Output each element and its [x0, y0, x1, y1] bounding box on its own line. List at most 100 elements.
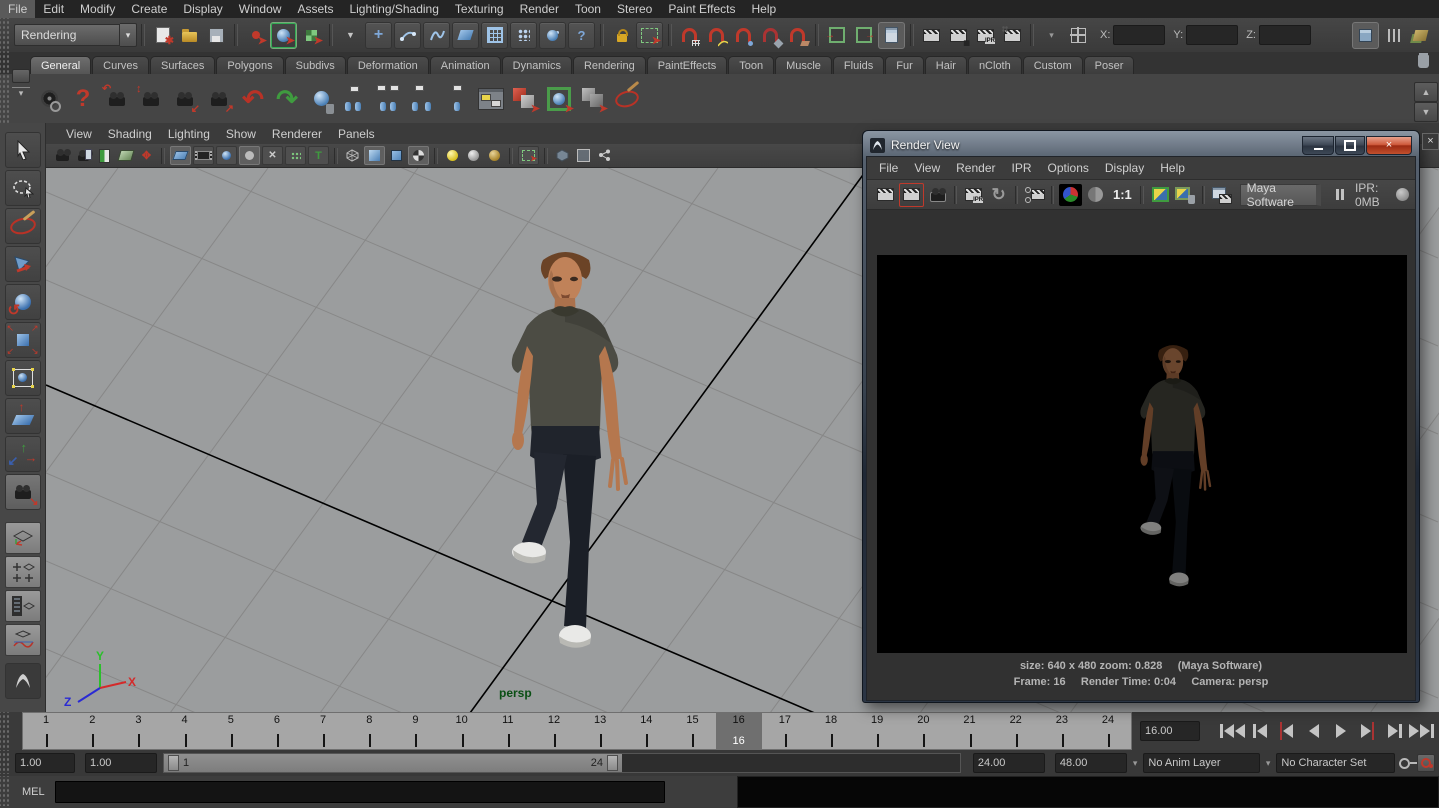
- new-scene-icon[interactable]: ✱: [150, 23, 175, 48]
- timeline-drag-handle[interactable]: [0, 712, 10, 748]
- tool-settings-toggle-icon[interactable]: [1381, 23, 1406, 48]
- mask-dynamics-icon[interactable]: [510, 22, 537, 49]
- pt-safe-title-icon[interactable]: T: [308, 146, 329, 165]
- frame-cell[interactable]: 9: [392, 713, 438, 749]
- x-coord-field[interactable]: [1113, 25, 1165, 45]
- shelf-tab-poser[interactable]: Poser: [1084, 56, 1135, 74]
- render-settings-icon[interactable]: [1000, 23, 1025, 48]
- panel-menu-renderer[interactable]: Renderer: [264, 125, 330, 143]
- move-tool[interactable]: [5, 246, 41, 282]
- mask-joints-icon[interactable]: [394, 22, 421, 49]
- frame-cell[interactable]: 2: [69, 713, 115, 749]
- menu-set-arrow-icon[interactable]: ▾: [120, 23, 137, 47]
- render-current-frame-icon[interactable]: ▦: [946, 23, 971, 48]
- range-start-handle[interactable]: [168, 755, 179, 771]
- save-scene-icon[interactable]: [204, 23, 229, 48]
- rv-keep-image-icon[interactable]: [1149, 184, 1172, 206]
- shelf-tab-polygons[interactable]: Polygons: [216, 56, 283, 74]
- auto-keyframe-toggle-icon[interactable]: [1417, 754, 1435, 772]
- select-component-mode-icon[interactable]: ➤: [299, 23, 324, 48]
- menu-window[interactable]: Window: [231, 0, 290, 18]
- scale-tool[interactable]: ↖↗↙↘: [5, 322, 41, 358]
- panel-menu-view[interactable]: View: [58, 125, 100, 143]
- output-connections-icon[interactable]: →: [851, 23, 876, 48]
- mask-deformations-icon[interactable]: [481, 22, 508, 49]
- panel-menu-shading[interactable]: Shading: [100, 125, 160, 143]
- pt-2d-pan-zoom-icon[interactable]: ✥: [137, 147, 156, 164]
- mask-rendering-icon[interactable]: [539, 22, 566, 49]
- show-manipulator-tool[interactable]: ↑→↙: [5, 436, 41, 472]
- frame-cell[interactable]: 23: [1039, 713, 1085, 749]
- pt-grid-icon[interactable]: [170, 146, 191, 165]
- play-backwards-button[interactable]: [1300, 719, 1327, 743]
- channel-box-toggle-icon[interactable]: [1352, 22, 1379, 49]
- character-set-dropdown-icon[interactable]: ▾: [1266, 759, 1271, 768]
- rv-refresh-ipr-icon[interactable]: ↻: [987, 184, 1010, 206]
- step-back-key-button[interactable]: [1273, 719, 1300, 743]
- assign-material-icon[interactable]: ➤: [543, 82, 575, 116]
- shelf-tab-deformation[interactable]: Deformation: [347, 56, 429, 74]
- snap-to-projected-center-icon[interactable]: [758, 23, 783, 48]
- command-language-toggle[interactable]: MEL: [22, 786, 45, 798]
- attribute-editor-toggle-icon[interactable]: [1408, 23, 1433, 48]
- pt-flat-lighting-icon[interactable]: [485, 147, 504, 164]
- paint-effects-brush-icon[interactable]: [611, 82, 643, 116]
- no-live-surface-icon[interactable]: [1066, 23, 1091, 48]
- rv-snapshot-icon[interactable]: [926, 184, 949, 206]
- lasso-tool[interactable]: [5, 170, 41, 206]
- pt-xray-icon[interactable]: [553, 147, 572, 164]
- go-to-start-button[interactable]: [1219, 719, 1246, 743]
- frame-ruler[interactable]: 1 2 3 4 5 6 7 8 9 10 11 12 13 14 15 1616…: [22, 712, 1132, 750]
- panel-menu-lighting[interactable]: Lighting: [160, 125, 218, 143]
- step-forward-key-button[interactable]: [1354, 719, 1381, 743]
- rv-menu-options[interactable]: Options: [1040, 159, 1097, 177]
- pt-smooth-shade-icon[interactable]: [364, 146, 385, 165]
- graph-scene-hierarchy-icon[interactable]: [441, 82, 473, 116]
- shelf-tab-fur[interactable]: Fur: [885, 56, 924, 74]
- rv-pause-ipr-icon[interactable]: [1329, 184, 1352, 206]
- pt-safe-action-icon[interactable]: [285, 146, 306, 165]
- menu-assets[interactable]: Assets: [289, 0, 341, 18]
- redo-view-change-icon[interactable]: ↷: [271, 82, 303, 116]
- open-render-view-icon[interactable]: [919, 23, 944, 48]
- command-results-field[interactable]: [737, 776, 1439, 808]
- mask-collapse-icon[interactable]: ▼: [338, 23, 363, 48]
- pt-field-chart-icon[interactable]: ✕: [262, 146, 283, 165]
- maximize-button[interactable]: [1335, 136, 1365, 155]
- soft-modification-tool[interactable]: ↑: [5, 398, 41, 434]
- frame-cell[interactable]: 18: [808, 713, 854, 749]
- select-tool[interactable]: [5, 132, 41, 168]
- menu-help[interactable]: Help: [744, 0, 785, 18]
- frame-cell[interactable]: 12: [531, 713, 577, 749]
- graph-input-connections-icon[interactable]: [339, 82, 371, 116]
- pt-default-lighting-icon[interactable]: [464, 147, 483, 164]
- undo-view-change-icon[interactable]: ↶: [237, 82, 269, 116]
- z-coord-field[interactable]: [1259, 25, 1311, 45]
- persp-graph-layout-button[interactable]: [5, 624, 41, 656]
- snap-to-point-icon[interactable]: [731, 23, 756, 48]
- highlight-selection-icon[interactable]: ➤: [636, 22, 663, 49]
- pt-gate-mask-icon[interactable]: [239, 146, 260, 165]
- help-line-icon[interactable]: ?: [67, 82, 99, 116]
- minimize-button[interactable]: [1302, 136, 1334, 155]
- menu-display[interactable]: Display: [175, 0, 230, 18]
- shelf-scroll-down-icon[interactable]: ▼: [1414, 102, 1438, 122]
- shelf-drag-handle[interactable]: [0, 52, 10, 123]
- shelf-menu-arrow-icon[interactable]: ▾: [12, 87, 30, 99]
- pt-bookmark-icon[interactable]: [95, 147, 114, 164]
- shelf-tab-toon[interactable]: Toon: [728, 56, 774, 74]
- pt-wireframe-icon[interactable]: [343, 147, 362, 164]
- rv-render-sequence-icon[interactable]: [1023, 184, 1046, 206]
- shelf-tab-muscle[interactable]: Muscle: [775, 56, 832, 74]
- frame-cell[interactable]: 14: [623, 713, 669, 749]
- go-to-end-button[interactable]: [1408, 719, 1435, 743]
- camera-track-icon[interactable]: ↕: [135, 82, 167, 116]
- rv-menu-view[interactable]: View: [906, 159, 948, 177]
- current-frame-cell[interactable]: 1616: [716, 713, 762, 749]
- toolbar-drag-handle[interactable]: [0, 18, 10, 52]
- rv-open-render-settings-icon[interactable]: [1210, 184, 1233, 206]
- frame-cell[interactable]: 5: [208, 713, 254, 749]
- playback-start-field[interactable]: [85, 753, 157, 773]
- current-time-field[interactable]: [1140, 721, 1200, 741]
- camera-dolly-icon[interactable]: ↙: [169, 82, 201, 116]
